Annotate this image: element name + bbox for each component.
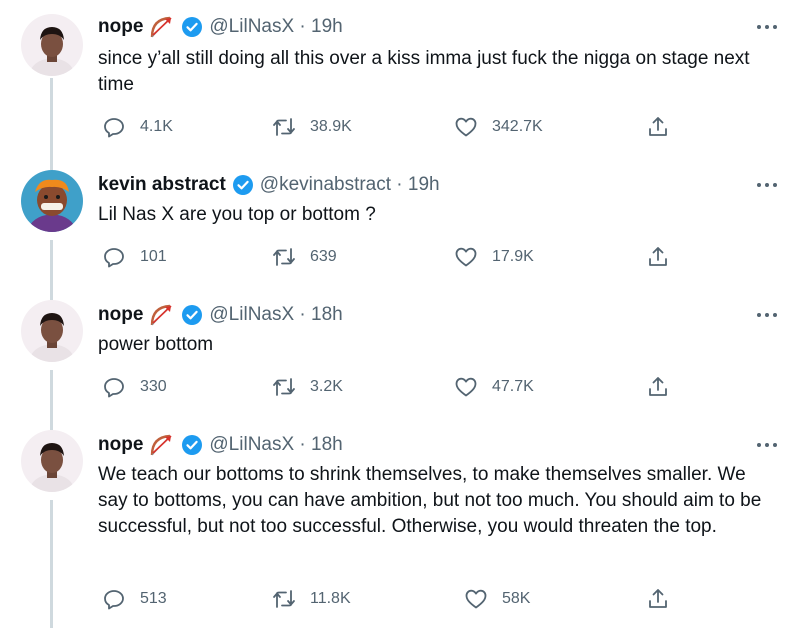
share-button[interactable] (646, 244, 670, 270)
more-dots-icon[interactable] (754, 308, 780, 322)
reply-icon (104, 118, 124, 138)
retweet-button[interactable]: 639 (272, 244, 337, 270)
heart-icon (455, 377, 477, 397)
heart-icon (455, 247, 477, 267)
like-button[interactable]: 342.7K (454, 114, 543, 140)
retweet-icon (273, 118, 295, 136)
reply-count: 4.1K (140, 118, 173, 135)
bow-and-arrow-emoji (149, 14, 175, 40)
tweet-actions: 513 11.8K 58K (98, 586, 678, 612)
like-count: 17.9K (492, 248, 534, 265)
retweet-count: 11.8K (310, 590, 351, 607)
heart-icon (465, 589, 487, 609)
share-button[interactable] (646, 374, 670, 400)
reply-icon (104, 378, 124, 398)
tweet-actions: 4.1K 38.9K 342.7K (98, 114, 678, 140)
retweet-button[interactable]: 3.2K (272, 374, 343, 400)
tweet-text: power bottom (98, 334, 214, 355)
verified-badge-icon (181, 16, 203, 38)
tweet-text: since y’all still doing all this over a … (98, 48, 750, 95)
verified-badge-icon (232, 174, 254, 196)
share-icon (649, 117, 667, 136)
tweet[interactable]: nope @LilNasX · 19h since y’all still do… (0, 0, 800, 160)
handle-and-time[interactable]: @LilNasX · 18h (209, 432, 342, 458)
tweet[interactable]: nope @LilNasX · 18h We teach our bottoms… (0, 430, 800, 628)
reply-count: 330 (140, 378, 167, 395)
avatar[interactable] (21, 170, 83, 232)
reply-icon (104, 590, 124, 610)
reply-count: 513 (140, 590, 167, 607)
retweet-count: 38.9K (310, 118, 352, 135)
avatar[interactable] (21, 300, 83, 362)
like-button[interactable]: 47.7K (454, 374, 534, 400)
share-button[interactable] (646, 586, 670, 612)
tweet-text: Lil Nas X are you top or bottom ? (98, 204, 376, 225)
reply-button[interactable]: 4.1K (102, 114, 173, 140)
more-dots-icon[interactable] (754, 178, 780, 192)
tweet-actions: 330 3.2K 47.7K (98, 374, 678, 400)
share-icon (649, 247, 667, 266)
share-icon (649, 589, 667, 608)
avatar[interactable] (21, 14, 83, 76)
heart-icon (455, 117, 477, 137)
like-count: 342.7K (492, 118, 543, 135)
handle-and-time[interactable]: @kevinabstract · 19h (260, 172, 440, 198)
like-count: 47.7K (492, 378, 534, 395)
like-button[interactable]: 17.9K (454, 244, 534, 270)
more-dots-icon[interactable] (754, 20, 780, 34)
verified-badge-icon (181, 304, 203, 326)
like-count: 58K (502, 590, 531, 607)
tweet-text: We teach our bottoms to shrink themselve… (98, 464, 762, 537)
display-name[interactable]: nope (98, 432, 143, 458)
like-button[interactable]: 58K (464, 586, 530, 612)
avatar[interactable] (21, 430, 83, 492)
tweet-actions: 101 639 17.9K (98, 244, 678, 270)
tweet[interactable]: kevin abstract @kevinabstract · 19h Lil … (0, 170, 800, 290)
handle-and-time[interactable]: @LilNasX · 18h (209, 302, 342, 328)
display-name[interactable]: kevin abstract (98, 172, 226, 198)
reply-button[interactable]: 330 (102, 374, 167, 400)
verified-badge-icon (181, 434, 203, 456)
reply-button[interactable]: 513 (102, 586, 167, 612)
retweet-count: 639 (310, 248, 337, 265)
retweet-icon (273, 248, 295, 266)
display-name[interactable]: nope (98, 302, 143, 328)
retweet-button[interactable]: 11.8K (272, 586, 351, 612)
reply-button[interactable]: 101 (102, 244, 167, 270)
retweet-count: 3.2K (310, 378, 343, 395)
bow-and-arrow-emoji (149, 302, 175, 328)
share-icon (649, 377, 667, 396)
retweet-icon (273, 590, 295, 608)
handle-and-time[interactable]: @LilNasX · 19h (209, 14, 342, 40)
share-button[interactable] (646, 114, 670, 140)
bow-and-arrow-emoji (149, 432, 175, 458)
reply-icon (104, 248, 124, 268)
reply-count: 101 (140, 248, 167, 265)
retweet-icon (273, 378, 295, 396)
more-dots-icon[interactable] (754, 438, 780, 452)
retweet-button[interactable]: 38.9K (272, 114, 352, 140)
tweet[interactable]: nope @LilNasX · 18h power bottom 330 3.2… (0, 300, 800, 420)
display-name[interactable]: nope (98, 14, 143, 40)
